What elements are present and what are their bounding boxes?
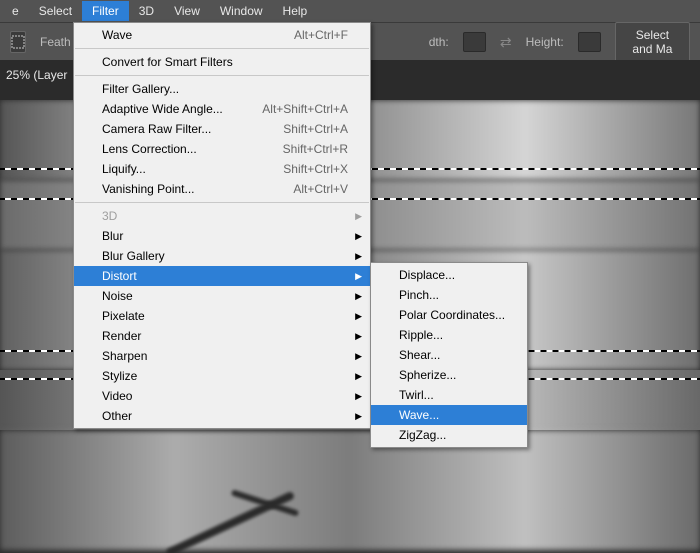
menu-item-vanishing-point[interactable]: Vanishing Point... Alt+Ctrl+V [74, 179, 370, 199]
menu-item-other[interactable]: Other ▶ [74, 406, 370, 426]
menu-item-video[interactable]: Video ▶ [74, 386, 370, 406]
menu-item-3d: 3D ▶ [74, 206, 370, 226]
menu-separator [75, 202, 369, 203]
submenu-item-shear[interactable]: Shear... [371, 345, 527, 365]
chevron-right-icon: ▶ [355, 391, 362, 402]
menu-item-label: Polar Coordinates... [399, 308, 505, 322]
menu-item-label: Pixelate [102, 309, 145, 323]
select-and-mask-button[interactable]: Select and Ma [615, 22, 690, 62]
menu-item-convert-smart[interactable]: Convert for Smart Filters [74, 52, 370, 72]
menu-separator [75, 48, 369, 49]
marquee-tool-icon[interactable] [10, 31, 26, 53]
menu-item-label: Ripple... [399, 328, 443, 342]
menu-item-liquify[interactable]: Liquify... Shift+Ctrl+X [74, 159, 370, 179]
menu-separator [75, 75, 369, 76]
chevron-right-icon: ▶ [355, 291, 362, 302]
menu-item-label: Shear... [399, 348, 440, 362]
chevron-right-icon: ▶ [355, 211, 362, 222]
chevron-right-icon: ▶ [355, 411, 362, 422]
menubar-item-help[interactable]: Help [273, 1, 318, 21]
menu-item-blur-gallery[interactable]: Blur Gallery ▶ [74, 246, 370, 266]
submenu-item-pinch[interactable]: Pinch... [371, 285, 527, 305]
menu-item-label: 3D [102, 209, 117, 223]
chevron-right-icon: ▶ [355, 311, 362, 322]
menu-item-label: Blur [102, 229, 123, 243]
menubar-item-window[interactable]: Window [210, 1, 273, 21]
chevron-right-icon: ▶ [355, 331, 362, 342]
menubar: e Select Filter 3D View Window Help [0, 0, 700, 22]
menubar-item-filter[interactable]: Filter [82, 1, 129, 21]
submenu-item-polar-coordinates[interactable]: Polar Coordinates... [371, 305, 527, 325]
menu-item-label: Sharpen [102, 349, 147, 363]
feather-label: Feath [40, 35, 71, 49]
submenu-item-spherize[interactable]: Spherize... [371, 365, 527, 385]
width-input[interactable] [463, 32, 486, 52]
menu-item-lens-correction[interactable]: Lens Correction... Shift+Ctrl+R [74, 139, 370, 159]
menu-shortcut: Alt+Ctrl+V [293, 182, 348, 196]
menu-item-label: Noise [102, 289, 133, 303]
chevron-right-icon: ▶ [355, 371, 362, 382]
zoom-level-label: 25% (Layer [0, 64, 73, 86]
chevron-right-icon: ▶ [355, 231, 362, 242]
menu-item-label: Wave [102, 28, 132, 42]
menu-item-label: Distort [102, 269, 137, 283]
menu-item-label: Twirl... [399, 388, 434, 402]
menu-item-label: Other [102, 409, 132, 423]
menu-item-adaptive-wide-angle[interactable]: Adaptive Wide Angle... Alt+Shift+Ctrl+A [74, 99, 370, 119]
menu-item-label: Spherize... [399, 368, 456, 382]
submenu-item-twirl[interactable]: Twirl... [371, 385, 527, 405]
menu-item-render[interactable]: Render ▶ [74, 326, 370, 346]
menu-item-label: Lens Correction... [102, 142, 197, 156]
menu-item-stylize[interactable]: Stylize ▶ [74, 366, 370, 386]
distort-submenu: Displace... Pinch... Polar Coordinates..… [370, 262, 528, 448]
submenu-item-displace[interactable]: Displace... [371, 265, 527, 285]
menu-item-last-filter[interactable]: Wave Alt+Ctrl+F [74, 25, 370, 45]
menu-item-distort[interactable]: Distort ▶ [74, 266, 370, 286]
menubar-item-edit-partial[interactable]: e [2, 1, 29, 21]
menu-item-label: Stylize [102, 369, 137, 383]
menu-shortcut: Shift+Ctrl+A [283, 122, 348, 136]
menu-item-label: Pinch... [399, 288, 439, 302]
menu-item-label: Wave... [399, 408, 439, 422]
menu-item-label: Adaptive Wide Angle... [102, 102, 223, 116]
menu-item-label: Displace... [399, 268, 455, 282]
menu-item-sharpen[interactable]: Sharpen ▶ [74, 346, 370, 366]
chevron-right-icon: ▶ [355, 351, 362, 362]
submenu-item-ripple[interactable]: Ripple... [371, 325, 527, 345]
menu-item-label: Filter Gallery... [102, 82, 179, 96]
menu-item-filter-gallery[interactable]: Filter Gallery... [74, 79, 370, 99]
submenu-item-wave[interactable]: Wave... [371, 405, 527, 425]
menu-item-label: Camera Raw Filter... [102, 122, 211, 136]
menu-item-pixelate[interactable]: Pixelate ▶ [74, 306, 370, 326]
height-input[interactable] [578, 32, 601, 52]
menu-item-label: Vanishing Point... [102, 182, 195, 196]
chevron-right-icon: ▶ [355, 271, 362, 282]
menu-item-camera-raw[interactable]: Camera Raw Filter... Shift+Ctrl+A [74, 119, 370, 139]
menu-shortcut: Shift+Ctrl+X [283, 162, 348, 176]
submenu-item-zigzag[interactable]: ZigZag... [371, 425, 527, 445]
swap-icon[interactable]: ⇄ [500, 34, 512, 51]
menubar-item-select[interactable]: Select [29, 1, 82, 21]
menu-item-label: Video [102, 389, 132, 403]
menu-item-label: Blur Gallery [102, 249, 165, 263]
menu-shortcut: Alt+Ctrl+F [294, 28, 348, 42]
chevron-right-icon: ▶ [355, 251, 362, 262]
menu-shortcut: Shift+Ctrl+R [283, 142, 348, 156]
menu-shortcut: Alt+Shift+Ctrl+A [262, 102, 348, 116]
menu-item-label: Render [102, 329, 141, 343]
menu-item-label: ZigZag... [399, 428, 446, 442]
menu-item-label: Liquify... [102, 162, 146, 176]
menu-item-label: Convert for Smart Filters [102, 55, 233, 69]
menu-item-noise[interactable]: Noise ▶ [74, 286, 370, 306]
menu-item-blur[interactable]: Blur ▶ [74, 226, 370, 246]
width-label: dth: [429, 35, 449, 49]
menubar-item-view[interactable]: View [164, 1, 210, 21]
height-label: Height: [526, 35, 564, 49]
menubar-item-3d[interactable]: 3D [129, 1, 164, 21]
filter-menu-dropdown: Wave Alt+Ctrl+F Convert for Smart Filter… [73, 22, 371, 429]
